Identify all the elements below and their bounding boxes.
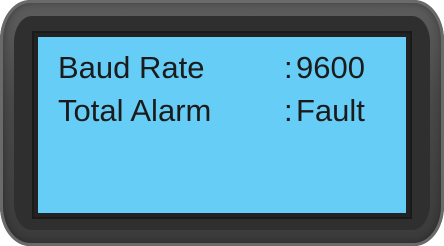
lcd-screen: Baud Rate : 9600 Total Alarm : Fault xyxy=(32,31,412,219)
total-alarm-label: Total Alarm xyxy=(58,93,212,128)
total-alarm-separator: : xyxy=(284,93,293,128)
baud-rate-separator: : xyxy=(284,50,293,85)
baud-rate-value: 9600 xyxy=(296,50,365,85)
total-alarm-value: Fault xyxy=(296,93,365,128)
baud-rate-label: Baud Rate xyxy=(58,50,205,85)
